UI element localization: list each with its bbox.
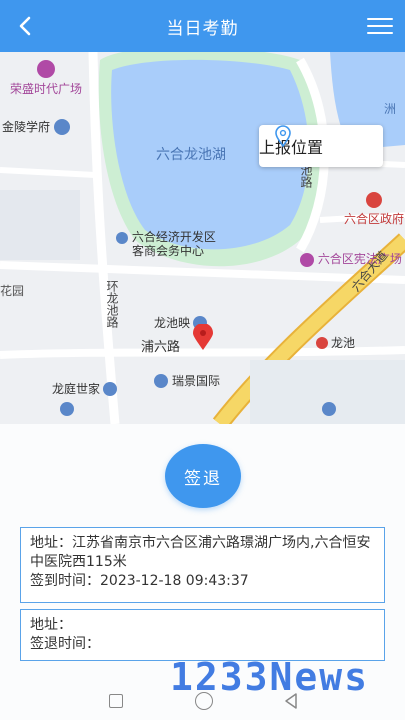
recent-apps-icon[interactable] xyxy=(109,694,123,708)
street-label-pulu: 浦六路 xyxy=(141,340,181,355)
poi-label: 六合经济开发区 xyxy=(131,230,216,244)
poi-chamber[interactable]: 六合经济开发区 客商会务中心 xyxy=(116,230,216,258)
sign-out-label: 签退 xyxy=(184,468,222,489)
home-icon[interactable] xyxy=(195,692,213,710)
poi-label: 金陵学府 xyxy=(2,120,51,134)
poi-longting[interactable]: 龙庭世家 xyxy=(52,380,118,397)
back-arrow-icon[interactable] xyxy=(14,14,38,38)
poi-longchi-stop[interactable]: 龙池 xyxy=(316,334,355,351)
house-icon xyxy=(60,402,74,416)
sign-out-button[interactable]: 签退 xyxy=(165,444,241,508)
road-label-west: 环龙池路 xyxy=(105,280,119,328)
poi-zhou: 洲 xyxy=(384,102,397,116)
poi-ruijing[interactable]: 瑞景国际 xyxy=(154,372,220,389)
lake-label: 六合龙池湖 xyxy=(156,147,226,163)
map-view[interactable]: 荣盛时代广场 金陵学府 六合龙池湖 环龙池路 六合区政府 六合经济开发区 客商会… xyxy=(0,52,405,424)
checkin-time-value: 2023-12-18 09:43:37 xyxy=(100,573,249,589)
poi-label: 龙池映 xyxy=(154,316,191,330)
report-location-button[interactable]: 上报位置 xyxy=(259,125,383,167)
checkout-record-card: 地址： 签退时间： xyxy=(20,609,385,661)
address-label: 地址： xyxy=(30,617,72,633)
address-label: 地址： xyxy=(30,535,72,551)
poi-govt[interactable]: 六合区政府 xyxy=(344,192,404,227)
poi-garden: 花园 xyxy=(0,284,25,298)
poi-label-2: 客商会务中心 xyxy=(132,244,205,258)
poi-plaza[interactable]: 荣盛时代广场 xyxy=(10,60,82,97)
checkout-time-label: 签退时间： xyxy=(30,636,100,652)
checkin-time-row: 签到时间：2023-12-18 09:43:37 xyxy=(30,572,375,591)
checkin-address-value: 江苏省南京市六合区浦六路璟湖广场内,六合恒安中医院西115米 xyxy=(30,535,371,570)
nav-back-icon[interactable] xyxy=(283,692,299,710)
app-header: 当日考勤 xyxy=(0,0,405,52)
location-pin-icon xyxy=(275,125,291,147)
school-icon xyxy=(54,118,71,135)
checkout-time-row: 签退时间： xyxy=(30,635,375,654)
transit-icon xyxy=(316,336,328,349)
building-icon xyxy=(116,231,128,244)
poi-label: 龙池 xyxy=(331,336,356,350)
poi-label: 六合区政府 xyxy=(344,212,405,226)
checkin-time-label: 签到时间： xyxy=(30,573,100,589)
menu-icon[interactable] xyxy=(367,18,393,36)
poi-school[interactable]: 金陵学府 xyxy=(2,118,71,135)
square-icon xyxy=(300,252,314,267)
building-icon xyxy=(103,381,118,396)
poi-label: 龙庭世家 xyxy=(52,382,101,396)
poi-label: 荣盛时代广场 xyxy=(10,82,83,96)
checkout-address-row: 地址： xyxy=(30,616,375,635)
government-icon xyxy=(366,192,382,208)
checkin-address-row: 地址：江苏省南京市六合区浦六路璟湖广场内,六合恒安中医院西115米 xyxy=(30,534,375,572)
poi-label: 瑞景国际 xyxy=(172,374,221,388)
building-icon xyxy=(154,373,168,388)
checkin-record-card: 地址：江苏省南京市六合区浦六路璟湖广场内,六合恒安中医院西115米 签到时间：2… xyxy=(20,527,385,603)
house-icon xyxy=(322,402,336,416)
shopping-icon xyxy=(37,60,55,78)
page-title: 当日考勤 xyxy=(166,18,239,39)
